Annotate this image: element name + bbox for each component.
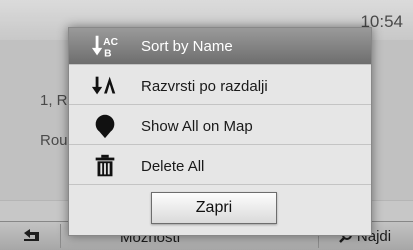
- close-button[interactable]: Zapri: [151, 192, 277, 224]
- sort-distance-icon: [91, 73, 119, 99]
- menu-item-label: Razvrsti po razdalji: [141, 78, 268, 95]
- menu-item-sort-by-name[interactable]: A C B Sort by Name: [69, 28, 371, 65]
- menu-item-delete-all[interactable]: Delete All: [69, 148, 371, 185]
- svg-text:B: B: [104, 48, 111, 59]
- sort-alpha-icon: A C B: [91, 33, 119, 59]
- navigation-screen: 10:54 1, R m Rou m Možnosti Najdi: [0, 0, 413, 250]
- options-popup: A C B Sort by Name Razvrsti po razdalji: [68, 27, 372, 236]
- trash-icon: [91, 153, 119, 179]
- menu-item-label: Sort by Name: [141, 38, 233, 55]
- menu-item-label: Show All on Map: [141, 118, 253, 135]
- menu-item-label: Delete All: [141, 158, 205, 175]
- menu-item-sort-by-distance[interactable]: Razvrsti po razdalji: [69, 68, 371, 105]
- svg-text:C: C: [111, 37, 119, 48]
- menu-item-show-all-on-map[interactable]: Show All on Map: [69, 108, 371, 145]
- map-pin-icon: [91, 113, 119, 139]
